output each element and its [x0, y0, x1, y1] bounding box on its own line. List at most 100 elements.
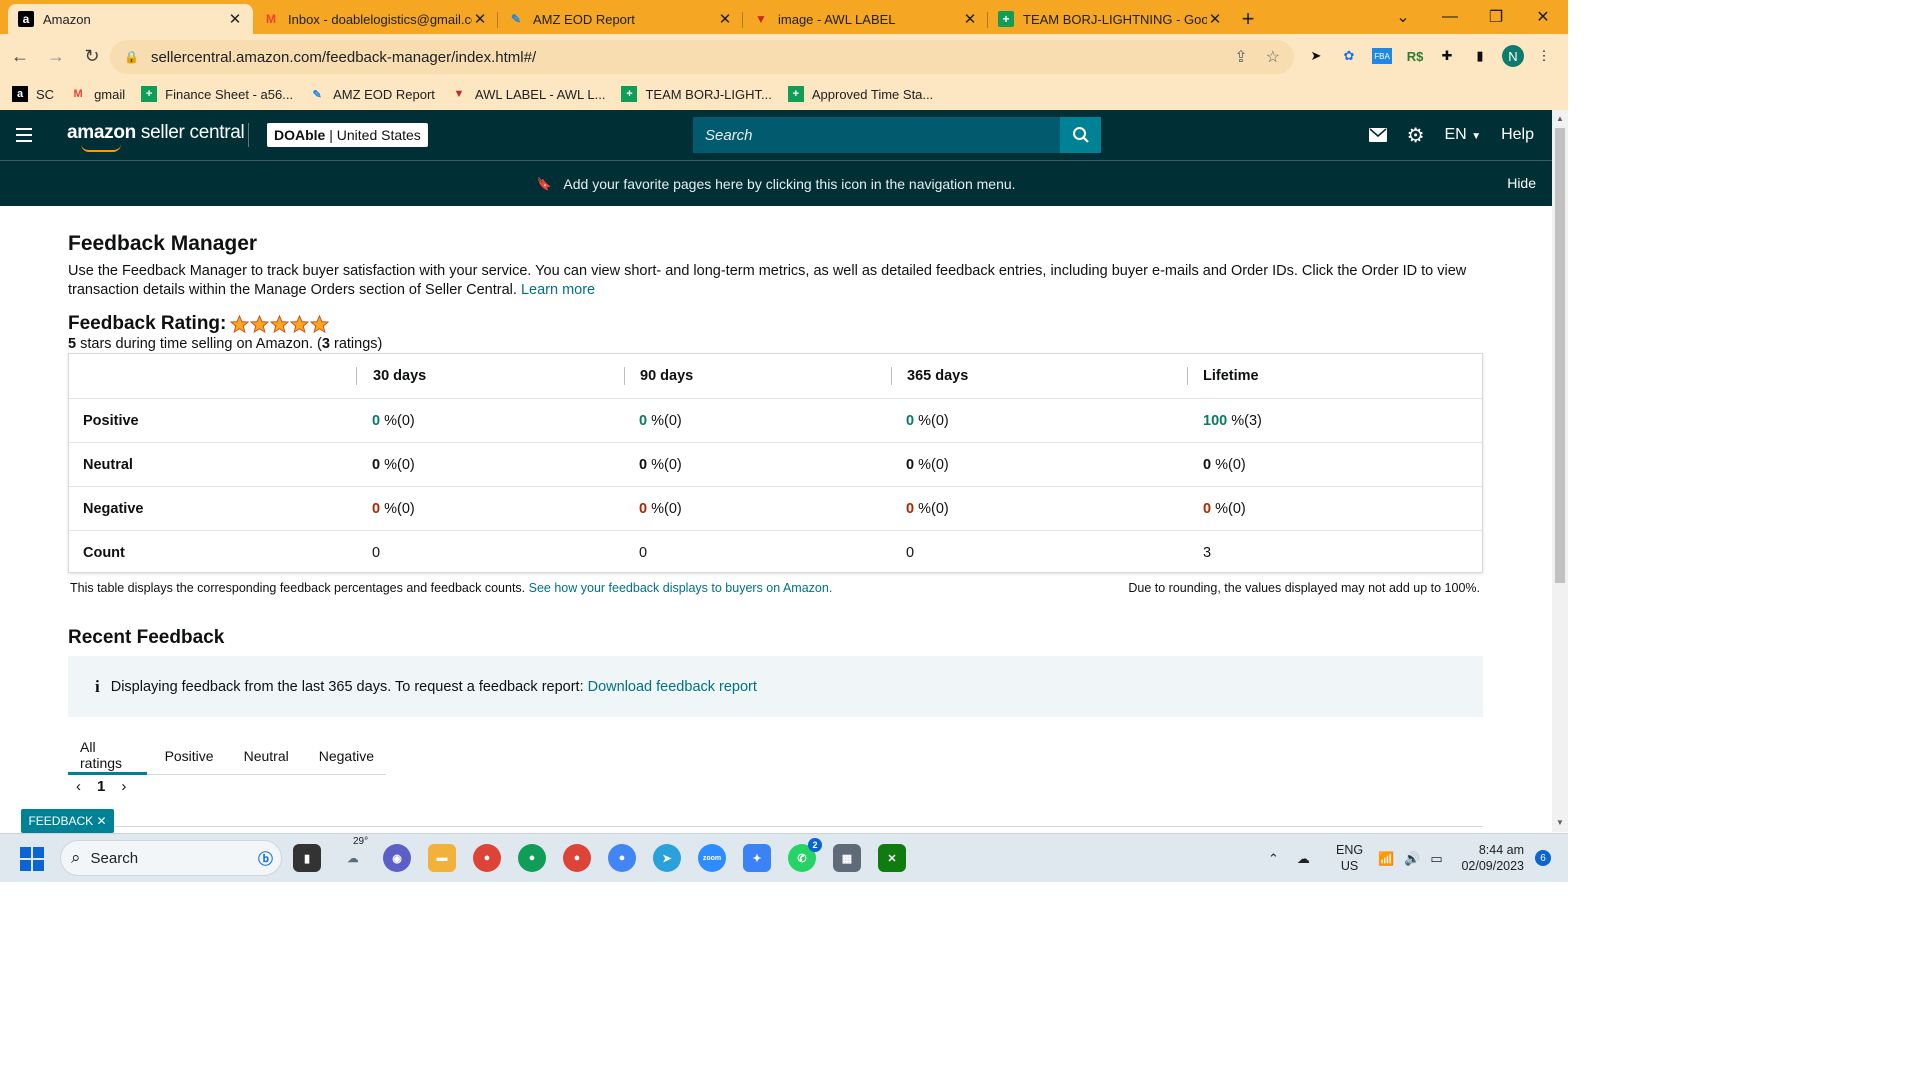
telegram-icon[interactable]: ➤ [653, 844, 681, 872]
close-icon[interactable]: ✕ [1207, 10, 1223, 28]
hide-favorites-button[interactable]: Hide [1507, 175, 1536, 191]
store-name: DOAble [274, 127, 326, 143]
info-icon: i [95, 676, 100, 696]
page-number[interactable]: 1 [97, 778, 105, 795]
calculator-icon[interactable]: ▦ [833, 844, 861, 872]
teams-chat-icon[interactable]: ◉ [383, 844, 411, 872]
cell-suffix: %(0) [914, 456, 949, 473]
chrome-profile-3-icon[interactable]: ● [608, 844, 636, 872]
tab-neutral[interactable]: Neutral [232, 738, 301, 774]
tab-all-ratings[interactable]: All ratings [68, 738, 147, 775]
bookmark-awl-label[interactable]: ▼ AWL LABEL - AWL L... [451, 86, 605, 102]
browser-tab-sheets[interactable]: + TEAM BORJ-LIGHTNING - Googl ✕ [988, 4, 1233, 34]
search-button[interactable] [1060, 117, 1101, 153]
amazon-icon: a [12, 86, 28, 102]
seller-central-header: amazon seller central DOAble | United St… [0, 110, 1552, 160]
extensions-puzzle-icon[interactable]: ✚ [1437, 44, 1457, 68]
onedrive-icon[interactable]: ☁ [1297, 851, 1310, 867]
whatsapp-icon[interactable]: ✆ 2 [788, 838, 822, 872]
scroll-down-icon[interactable]: ▼ [1552, 816, 1568, 830]
minimize-icon[interactable]: — [1427, 0, 1473, 34]
star-rating [230, 314, 330, 334]
search-input[interactable] [693, 126, 1059, 144]
star-icon [230, 314, 250, 333]
chevron-up-icon[interactable]: ⌃ [1268, 851, 1279, 867]
bookmark-gmail[interactable]: Mgmail [70, 86, 125, 102]
browser-tab-amazon[interactable]: a Amazon ✕ [8, 4, 253, 34]
zoom-icon[interactable]: zoom [698, 844, 726, 872]
star-icon [270, 314, 290, 333]
status-icons[interactable]: 📶 🔊 ▭ [1378, 834, 1443, 882]
chrome-icon[interactable]: ● [473, 844, 501, 872]
tab-positive[interactable]: Positive [153, 738, 226, 774]
language-selector[interactable]: EN ▼ [1445, 126, 1482, 144]
browser-tab-eod[interactable]: ✎ AMZ EOD Report ✕ [498, 4, 743, 34]
profile-avatar[interactable]: N [1502, 45, 1524, 67]
amazon-icon: a [18, 11, 34, 27]
new-tab-button[interactable]: + [1233, 4, 1263, 34]
maximize-icon[interactable]: ❐ [1473, 0, 1519, 34]
extension-fba-icon[interactable]: FBA [1372, 48, 1392, 64]
chevron-left-icon[interactable]: ‹ [76, 778, 81, 795]
gmail-icon: M [266, 12, 276, 26]
reload-icon[interactable]: ↻ [76, 40, 108, 72]
address-bar[interactable]: 🔒 sellercentral.amazon.com/feedback-mana… [110, 40, 1294, 74]
clock-time: 8:44 am [1478, 843, 1524, 857]
extension-rs-icon[interactable]: R$ [1405, 44, 1425, 68]
learn-more-link[interactable]: Learn more [521, 282, 595, 298]
browser-tab-gmail[interactable]: M Inbox - doablelogistics@gmail.co ✕ [253, 4, 498, 34]
rating-title: Feedback Rating: [68, 313, 227, 334]
feedback-table: 30 days 90 days 365 days Lifetime Positi… [68, 353, 1483, 573]
hamburger-menu-icon[interactable] [0, 110, 48, 160]
back-icon[interactable]: ← [4, 40, 36, 72]
teams-meet-icon[interactable]: ✦ [743, 844, 771, 872]
xbox-icon[interactable]: ✕ [878, 844, 906, 872]
chevron-right-icon[interactable]: › [121, 778, 126, 795]
share-icon[interactable]: ⇪ [1234, 47, 1247, 67]
input-language[interactable]: ENG US [1336, 842, 1363, 874]
browser-tab-awl[interactable]: ▼ image - AWL LABEL ✕ [743, 4, 988, 34]
close-icon[interactable]: ✕ [227, 10, 243, 28]
bookmark-team-borj[interactable]: + TEAM BORJ-LIGHT... [621, 86, 772, 102]
clock[interactable]: 8:44 am 02/09/2023 [1461, 842, 1524, 874]
close-icon[interactable]: ✕ [962, 10, 978, 28]
mail-icon[interactable] [1368, 128, 1387, 142]
help-link[interactable]: Help [1501, 126, 1534, 144]
extension-gear-icon[interactable]: ✿ [1339, 44, 1359, 68]
chrome-profile-n-icon[interactable]: ● [518, 844, 546, 872]
chrome-profile-2-icon[interactable]: ● [563, 844, 591, 872]
forward-icon[interactable]: → [40, 40, 72, 72]
scroll-up-icon[interactable]: ▲ [1552, 112, 1568, 126]
bookmark-finance-sheet[interactable]: + Finance Sheet - a56... [141, 86, 293, 102]
see-feedback-display-link[interactable]: See how your feedback displays to buyers… [529, 581, 833, 595]
task-view-icon[interactable]: ▮ [293, 844, 321, 872]
seller-central-logo[interactable]: amazon seller central [67, 122, 245, 152]
search-icon: ⌕ [71, 848, 81, 867]
logo-seller-central-text: seller central [135, 122, 245, 143]
taskbar-search[interactable]: ⌕ Search ⓑ [60, 840, 282, 876]
weather-icon[interactable]: ☁ 29° [339, 836, 369, 872]
close-icon[interactable]: ✕ [472, 10, 488, 28]
table-row: Negative 0 %(0) 0 %(0) 0 %(0) 0 %(0) [69, 487, 1482, 531]
close-icon[interactable]: ✕ [96, 814, 106, 828]
bookmark-approved-time[interactable]: + Approved Time Sta... [787, 86, 933, 102]
bookmark-star-icon[interactable]: ☆ [1266, 47, 1280, 67]
settings-gear-icon[interactable]: ⚙ [1407, 123, 1425, 148]
windows-start-icon[interactable] [20, 847, 44, 871]
file-explorer-icon[interactable]: ▬ [428, 844, 456, 872]
bookmark-sc[interactable]: a SC [12, 86, 54, 102]
side-panel-icon[interactable]: ▮ [1470, 44, 1490, 68]
download-feedback-report-link[interactable]: Download feedback report [588, 679, 757, 695]
extension-arrow-icon[interactable]: ➤ [1306, 44, 1326, 68]
window-close-icon[interactable]: ✕ [1520, 0, 1566, 34]
close-icon[interactable]: ✕ [717, 10, 733, 28]
notification-badge[interactable]: 6 [1535, 850, 1551, 866]
tab-negative[interactable]: Negative [307, 738, 386, 774]
feedback-button[interactable]: FEEDBACK ✕ [21, 809, 114, 833]
page-scrollbar[interactable]: ▲ ▼ [1552, 110, 1568, 832]
scrollbar-thumb[interactable] [1555, 128, 1565, 583]
bookmark-eod-report[interactable]: ✎ AMZ EOD Report [309, 86, 434, 102]
tab-search-icon[interactable]: ⌄ [1380, 0, 1426, 34]
browser-menu-icon[interactable]: ⋮ [1536, 44, 1552, 68]
account-switcher[interactable]: DOAble | United States [267, 123, 428, 147]
